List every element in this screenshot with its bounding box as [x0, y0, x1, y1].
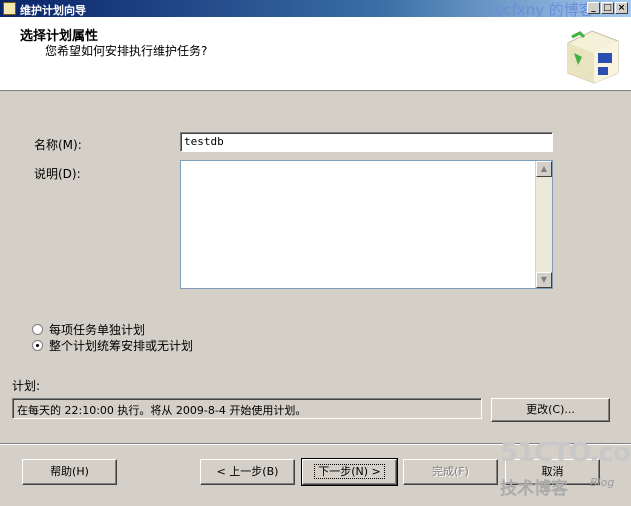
change-schedule-label: 更改(C)... [526, 403, 575, 416]
window-title: 维护计划向导 [20, 4, 86, 17]
brand-line1: 51CTO.com [500, 438, 631, 468]
finish-button[interactable]: 完成(F) [403, 459, 498, 485]
radio-single-label: 整个计划统筹安排或无计划 [49, 339, 194, 353]
schedule-value: 在每天的 22:10:00 执行。将从 2009-8-4 开始使用计划。 [12, 398, 482, 419]
radio-single-schedule[interactable]: 整个计划统筹安排或无计划 [32, 337, 193, 354]
page-subtitle: 您希望如何安排执行维护任务? [45, 44, 208, 58]
finish-button-label: 完成(F) [432, 465, 469, 478]
change-schedule-button[interactable]: 更改(C)... [491, 398, 610, 422]
schedule-label: 计划: [12, 379, 41, 393]
title-bar: 维护计划向导 ccfxny 的博客 _ □ × [0, 0, 631, 19]
radio-separate-label: 每项任务单独计划 [49, 323, 146, 337]
close-icon[interactable]: × [615, 2, 628, 14]
next-button-label: 下一步(N) > [314, 464, 385, 479]
scroll-down-icon[interactable]: ▼ [536, 272, 552, 288]
help-button-label: 帮助(H) [50, 465, 89, 478]
wizard-app-icon [3, 2, 16, 15]
help-button[interactable]: 帮助(H) [22, 459, 117, 485]
window-controls: _ □ × [587, 2, 628, 14]
maximize-icon[interactable]: □ [601, 2, 614, 14]
brand-line2: 技术博客 [500, 479, 568, 499]
brand-line3: Blog [590, 476, 615, 489]
name-input[interactable]: testdb [180, 132, 553, 152]
brand-watermark: 51CTO.com 技术博客 Blog [500, 438, 631, 502]
description-textarea[interactable]: ▲ ▼ [180, 160, 553, 289]
wizard-illustration-icon [567, 30, 619, 84]
description-scrollbar[interactable]: ▲ ▼ [535, 161, 552, 288]
scroll-up-icon[interactable]: ▲ [536, 161, 552, 177]
minimize-icon[interactable]: _ [587, 2, 600, 14]
next-button[interactable]: 下一步(N) > [301, 458, 398, 486]
description-label: 说明(D): [34, 167, 81, 181]
back-button-label: < 上一步(B) [216, 465, 279, 478]
radio-separate-schedule[interactable]: 每项任务单独计划 [32, 321, 145, 338]
wizard-header: 选择计划属性 您希望如何安排执行维护任务? [0, 17, 631, 91]
radio-single-icon[interactable] [32, 340, 43, 351]
back-button[interactable]: < 上一步(B) [200, 459, 295, 485]
radio-separate-icon[interactable] [32, 324, 43, 335]
name-label: 名称(M): [34, 138, 82, 152]
